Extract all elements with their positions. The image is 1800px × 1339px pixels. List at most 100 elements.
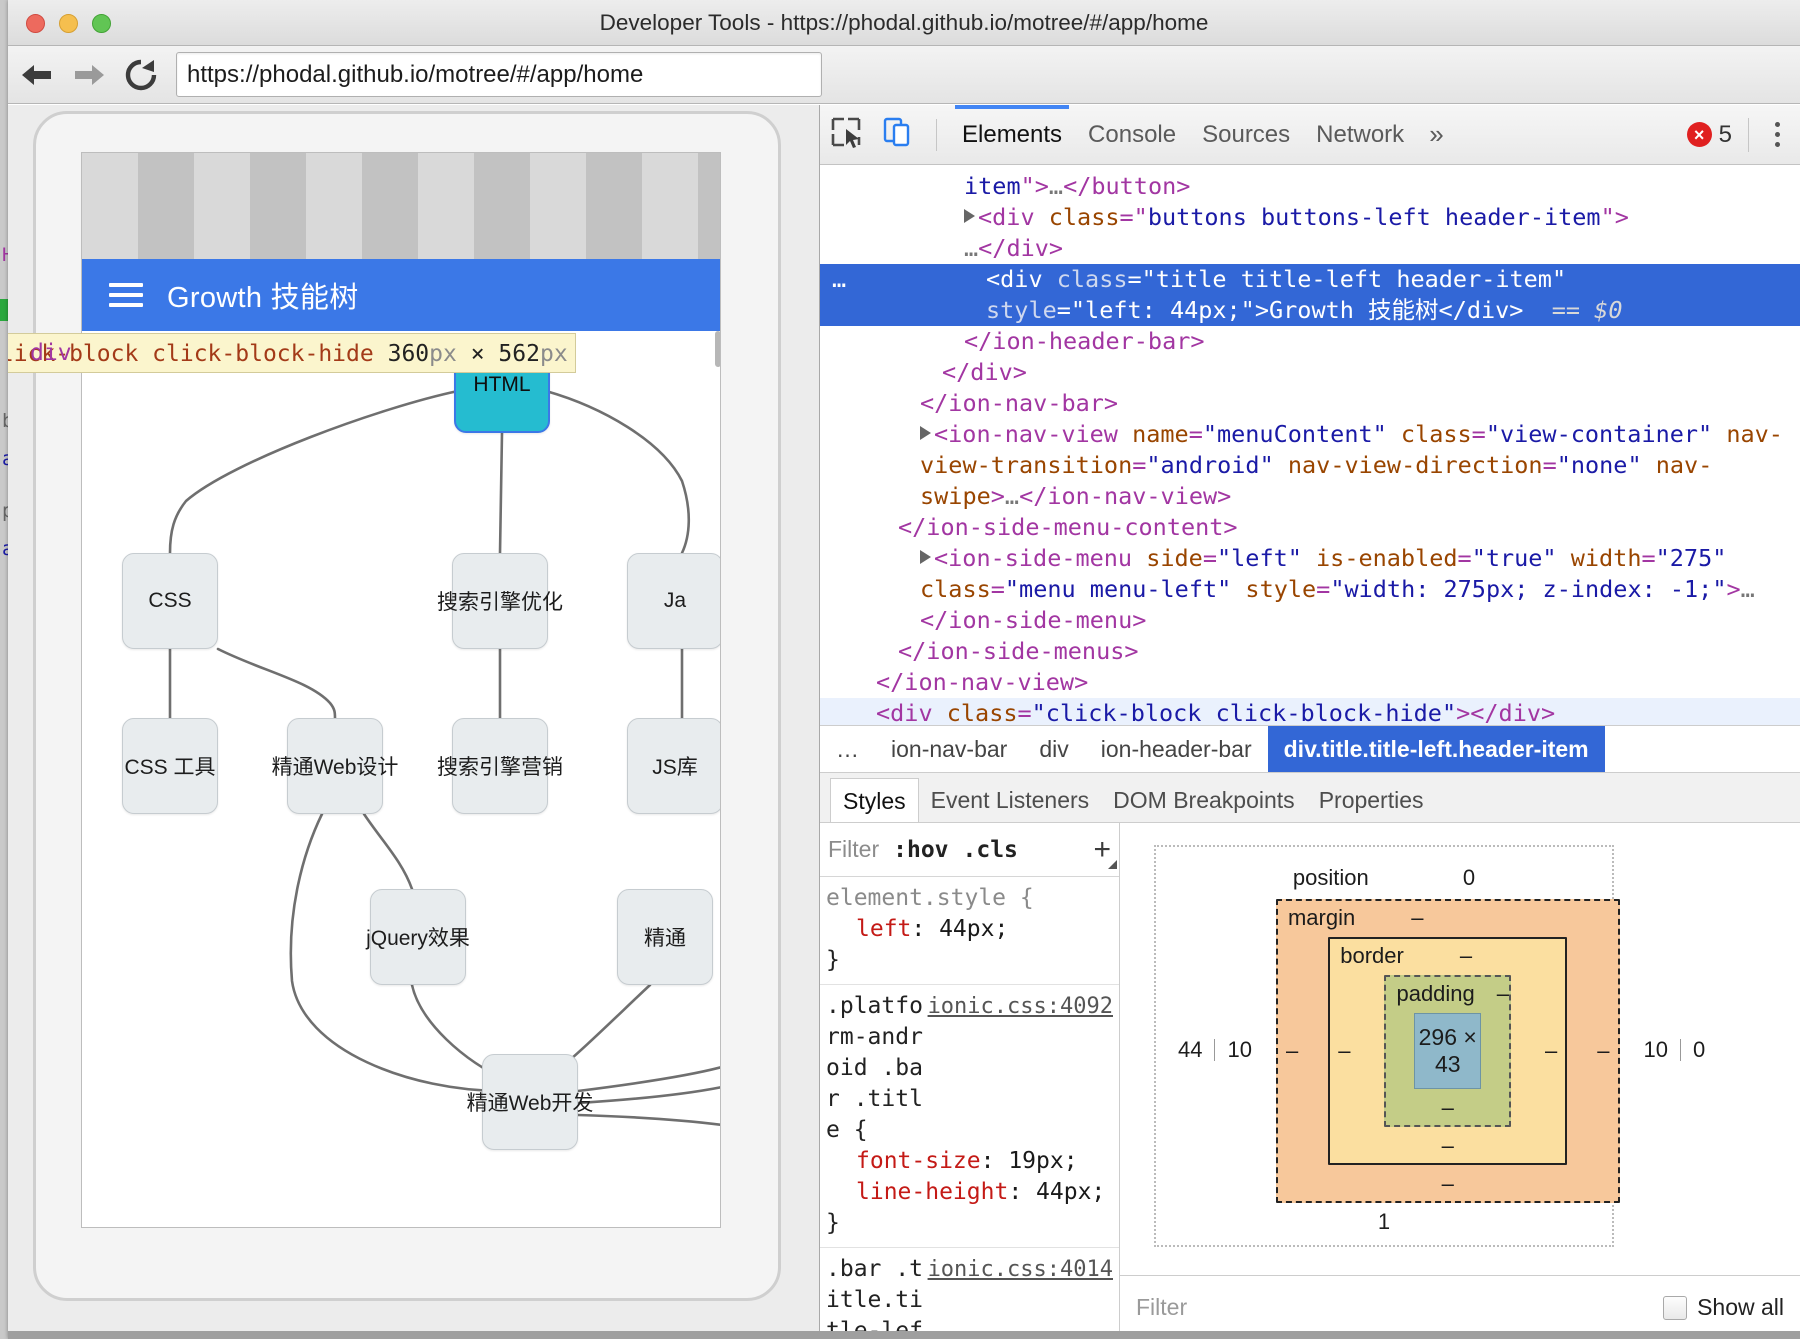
style-rule[interactable]: .bar .title.title-left {ionic.css:4014te…	[820, 1248, 1119, 1339]
new-style-rule-button[interactable]: +	[1093, 833, 1117, 869]
dom-token-punct: </div>	[1470, 699, 1556, 725]
dom-node[interactable]: </ion-header-bar>	[820, 326, 1800, 357]
tree-node-css[interactable]: CSS	[122, 553, 218, 649]
style-rule-selector[interactable]: .platform-android .bar .title {	[826, 991, 928, 1146]
tab-sources[interactable]: Sources	[1189, 105, 1303, 165]
dom-token-punct: =	[1188, 420, 1203, 448]
tree-node-web-development[interactable]: 精通Web开发	[467, 1054, 593, 1150]
style-rule-source-link[interactable]: ionic.css:4092	[928, 991, 1113, 1022]
styles-body: Filter :hov .cls + element.style {left: …	[820, 823, 1800, 1339]
dom-token-punct: </div>	[1438, 296, 1524, 324]
highlight-tooltip-tag: div	[30, 340, 72, 366]
breadcrumb-item[interactable]: div	[1023, 726, 1084, 772]
dom-node[interactable]: item">…</button>	[820, 171, 1800, 202]
box-model-border-label-row: border –	[1330, 939, 1565, 969]
dom-token-punct: </div>	[942, 358, 1027, 386]
style-rule-header: .bar .title.title-left {ionic.css:4014	[820, 1254, 1119, 1339]
style-declaration[interactable]: font-size: 19px;	[820, 1146, 1119, 1177]
devtools-toolbar: Elements Console Sources Network » × 5	[820, 105, 1800, 165]
sidebar-tab-properties[interactable]: Properties	[1307, 778, 1436, 822]
show-all-checkbox[interactable]	[1663, 1295, 1688, 1320]
tree-node-seo[interactable]: 搜索引擎优化	[437, 553, 563, 649]
element-highlight-tooltip: click-block click-block-hide 360px × 562…	[8, 333, 576, 373]
window-title: Developer Tools - https://phodal.github.…	[599, 10, 1209, 35]
style-declaration[interactable]: line-height: 44px;	[820, 1177, 1119, 1208]
breadcrumb-item[interactable]: ion-nav-bar	[875, 726, 1023, 772]
computed-filter-input[interactable]: Filter	[1136, 1294, 1187, 1321]
dom-node[interactable]: …</div>	[820, 233, 1800, 264]
style-property-name[interactable]: left	[856, 916, 911, 942]
style-rule[interactable]: element.style {left: 44px;}	[820, 877, 1119, 985]
dom-node[interactable]: <ion-side-menu side="left" is-enabled="t…	[820, 543, 1800, 636]
more-tabs-button[interactable]: »	[1417, 119, 1455, 150]
dom-token-punct: =	[1316, 575, 1331, 603]
dom-node[interactable]: </ion-side-menus>	[820, 636, 1800, 667]
style-rule-selector[interactable]: element.style {	[826, 883, 1034, 914]
expand-triangle-icon[interactable]	[920, 550, 931, 564]
dom-token-punct: =	[1132, 451, 1147, 479]
tree-node-web-design[interactable]: 精通Web设计	[272, 718, 398, 814]
tab-elements[interactable]: Elements	[949, 105, 1075, 165]
dom-token-dollar: == $0	[1523, 296, 1623, 324]
tree-node-js-library[interactable]: JS库	[627, 718, 720, 814]
breadcrumb-item[interactable]: …	[820, 726, 875, 772]
cls-toggle[interactable]: .cls	[963, 837, 1018, 863]
tab-network[interactable]: Network	[1303, 105, 1417, 165]
show-all-label: Show all	[1697, 1294, 1784, 1320]
back-button[interactable]	[14, 52, 60, 98]
sidebar-tab-event-listeners[interactable]: Event Listeners	[919, 778, 1102, 822]
highlight-tooltip-height-unit: px	[539, 341, 568, 367]
style-property-value[interactable]: : 19px;	[981, 1148, 1078, 1174]
sidebar-tab-styles[interactable]: Styles	[830, 778, 919, 822]
style-property-value[interactable]: : 44px;	[1008, 1179, 1105, 1205]
dom-node[interactable]: </ion-side-menu-content>	[820, 512, 1800, 543]
inspect-element-button[interactable]	[820, 109, 872, 161]
dom-tree-panel[interactable]: item">…</button> <div class="buttons butt…	[820, 165, 1800, 725]
sidebar-tab-dom-breakpoints[interactable]: DOM Breakpoints	[1101, 778, 1307, 822]
expand-triangle-icon[interactable]	[920, 426, 931, 440]
dom-node[interactable]: <ion-nav-view name="menuContent" class="…	[820, 419, 1800, 512]
expand-triangle-icon[interactable]	[964, 209, 975, 223]
tree-node-sem[interactable]: 搜索引擎营销	[437, 718, 563, 814]
dom-node[interactable]: <div class="click-block click-block-hide…	[820, 698, 1800, 725]
tab-console[interactable]: Console	[1075, 105, 1189, 165]
tree-node-label: 精通	[644, 927, 686, 950]
tree-node-label: CSS	[148, 589, 192, 612]
highlight-tooltip-height: 562	[498, 341, 540, 367]
url-bar[interactable]: https://phodal.github.io/motree/#/app/ho…	[176, 52, 822, 97]
box-model-content-box[interactable]: 296 × 43	[1414, 1013, 1482, 1089]
dom-node[interactable]: </ion-nav-bar>	[820, 388, 1800, 419]
tree-node-javascript[interactable]: Ja	[627, 553, 720, 649]
dropdown-corner-icon	[1108, 859, 1117, 869]
forward-button[interactable]	[66, 52, 112, 98]
show-all-toggle[interactable]: Show all	[1663, 1294, 1784, 1321]
tree-scrollbar[interactable]	[715, 331, 720, 367]
url-input[interactable]: https://phodal.github.io/motree/#/app/ho…	[187, 61, 643, 89]
style-declaration[interactable]: left: 44px;	[820, 914, 1119, 945]
breadcrumb-item[interactable]: div.title.title-left.header-item	[1267, 726, 1605, 772]
style-property-name[interactable]: font-size	[856, 1148, 981, 1174]
toggle-device-toolbar-button[interactable]	[872, 109, 924, 161]
style-property-value[interactable]: : 44px;	[911, 916, 1008, 942]
tree-node-css-tools[interactable]: CSS 工具	[122, 718, 218, 814]
style-rule[interactable]: .platform-android .bar .title {ionic.css…	[820, 985, 1119, 1248]
dom-token-val: "true"	[1471, 544, 1557, 572]
reload-button[interactable]	[118, 52, 164, 98]
more-options-icon[interactable]	[1765, 122, 1790, 147]
style-rule-selector[interactable]: .bar .title.title-left {	[826, 1254, 928, 1339]
dom-token-punct: =	[1641, 544, 1656, 572]
breadcrumb-item[interactable]: ion-header-bar	[1085, 726, 1268, 772]
dom-node[interactable]: </div>	[820, 357, 1800, 388]
style-rule-source-link[interactable]: ionic.css:4014	[928, 1254, 1113, 1285]
tree-node-jquery-effects[interactable]: jQuery效果	[366, 889, 470, 985]
dom-node-selected[interactable]: … <div class="title title-left header-ite…	[820, 264, 1800, 326]
tree-node-master[interactable]: 精通	[617, 889, 713, 985]
hov-toggle[interactable]: :hov	[893, 837, 948, 863]
style-rule-header: element.style {	[820, 883, 1119, 914]
style-property-name[interactable]: line-height	[856, 1179, 1008, 1205]
dom-node[interactable]: <div class="buttons buttons-left header-…	[820, 202, 1800, 233]
hamburger-menu-icon[interactable]	[109, 277, 143, 313]
styles-filter-input[interactable]: Filter	[828, 836, 879, 863]
error-badge[interactable]: × 5	[1686, 121, 1732, 149]
dom-node[interactable]: </ion-nav-view>	[820, 667, 1800, 698]
